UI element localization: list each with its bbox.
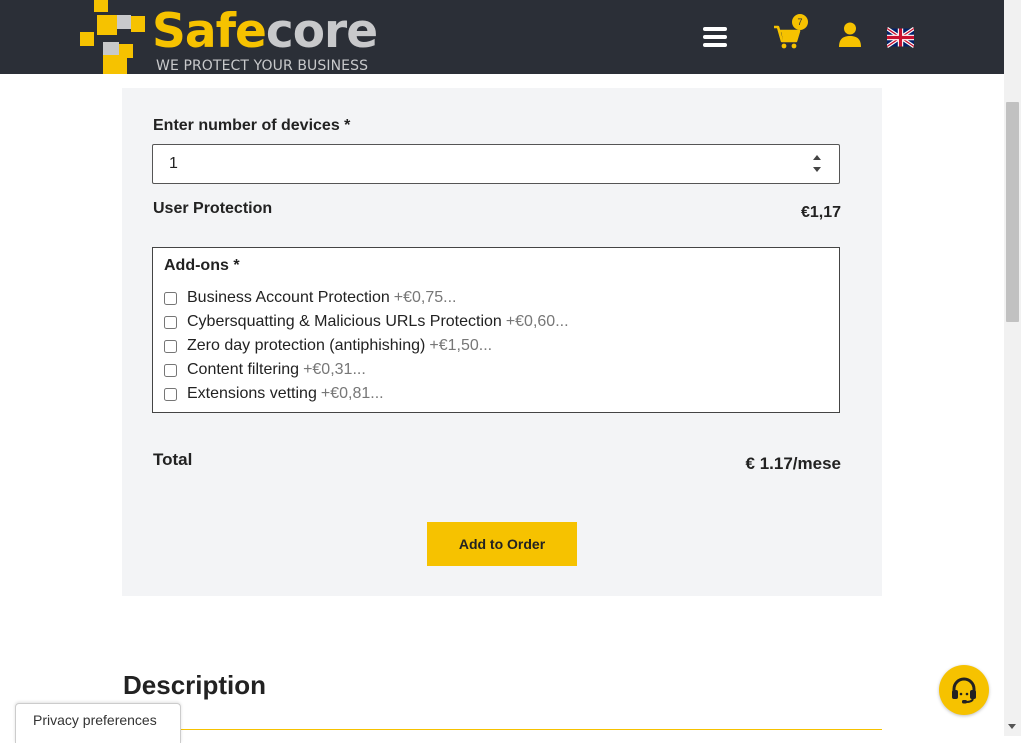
stepper-up-icon[interactable] <box>813 155 821 160</box>
addon-name: Cybersquatting & Malicious URLs Protecti… <box>187 313 502 330</box>
addon-zero-day-protection[interactable]: Zero day protection (antiphishing) +€1,5… <box>163 336 492 356</box>
description-title: Description <box>123 670 267 700</box>
product-price: €1,17 <box>800 204 841 221</box>
total-value: € 1.17/mese <box>745 454 841 473</box>
scrollbar-thumb[interactable] <box>1006 102 1019 322</box>
logo-secondary: core <box>265 4 378 59</box>
addon-checkbox[interactable] <box>164 291 177 305</box>
devices-label: Enter number of devices * <box>153 117 351 134</box>
description-divider <box>180 729 882 730</box>
addons-box: Add-ons * Business Account Protection +€… <box>152 247 840 413</box>
addon-name: Extensions vetting <box>187 385 317 402</box>
addon-name: Content filtering <box>187 361 300 378</box>
addon-checkbox[interactable] <box>164 339 177 353</box>
site-header: Safecore WE PROTECT YOUR BUSINESS 7 <box>0 0 1004 74</box>
total-label: Total <box>153 450 193 469</box>
addon-extensions-vetting[interactable]: Extensions vetting +€0,81... <box>163 384 384 404</box>
addon-cybersquatting-protection[interactable]: Cybersquatting & Malicious URLs Protecti… <box>163 312 569 332</box>
add-to-order-button[interactable]: Add to Order <box>427 522 577 566</box>
logo-primary: Safe <box>152 4 267 59</box>
addon-price: +€0,75... <box>393 289 457 306</box>
support-chat-button[interactable] <box>939 665 989 715</box>
logo-wordmark[interactable]: Safecore <box>152 4 378 59</box>
addon-checkbox[interactable] <box>164 363 177 377</box>
hamburger-menu-icon[interactable] <box>703 27 727 47</box>
addon-name: Zero day protection (antiphishing) <box>187 337 426 354</box>
quantity-stepper[interactable] <box>810 152 824 176</box>
headset-icon <box>952 677 976 704</box>
addon-price: +€1,50... <box>429 337 493 354</box>
addon-checkbox[interactable] <box>164 315 177 329</box>
addons-title: Add-ons * <box>164 257 240 274</box>
user-icon[interactable] <box>838 22 862 48</box>
logo-tagline: WE PROTECT YOUR BUSINESS <box>156 58 369 74</box>
addon-price: +€0,81... <box>320 385 384 402</box>
logo-mark-icon[interactable] <box>80 0 146 74</box>
addon-price: +€0,60... <box>505 313 569 330</box>
addon-price: +€0,31... <box>303 361 366 378</box>
cart-count-badge: 7 <box>792 14 808 30</box>
addon-content-filtering[interactable]: Content filtering +€0,31... <box>163 360 366 380</box>
addon-checkbox[interactable] <box>164 387 177 401</box>
addon-business-account-protection[interactable]: Business Account Protection +€0,75... <box>163 288 457 308</box>
scroll-down-arrow-icon[interactable] <box>1008 724 1016 729</box>
product-label: User Protection <box>153 200 273 217</box>
privacy-preferences-button[interactable]: Privacy preferences <box>15 703 181 743</box>
uk-flag-icon[interactable] <box>887 27 914 48</box>
addon-name: Business Account Protection <box>187 289 390 306</box>
stepper-down-icon[interactable] <box>813 167 821 172</box>
devices-input[interactable] <box>152 144 840 184</box>
